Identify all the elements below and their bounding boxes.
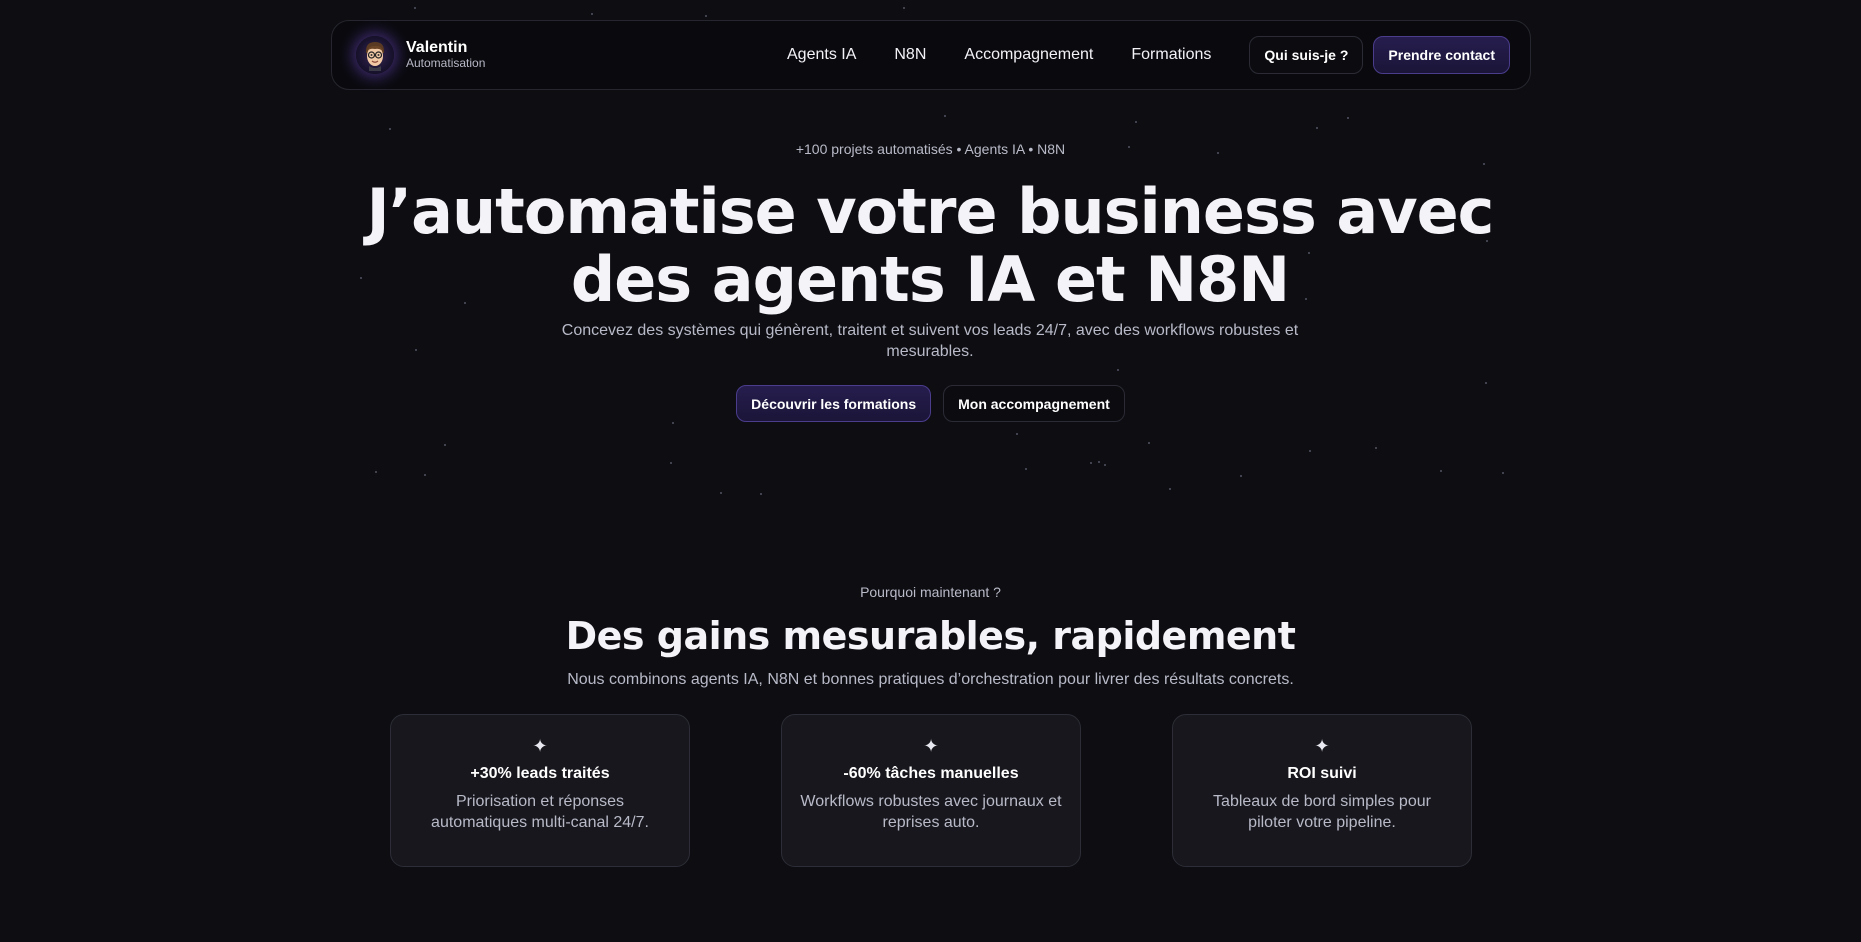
star-dot [1016, 433, 1018, 435]
star-dot [444, 444, 446, 446]
benefit-cards: ✦ +30% leads traités Priorisation et rép… [390, 714, 1472, 867]
star-dot [1104, 464, 1106, 466]
star-dot [1135, 121, 1137, 123]
star-dot [1240, 475, 1242, 477]
star-dot [1117, 369, 1119, 371]
avatar [356, 36, 394, 74]
benefit-card: ✦ ROI suivi Tableaux de bord simples pou… [1172, 714, 1472, 867]
hero-subtitle: Concevez des systèmes qui génèrent, trai… [561, 322, 1299, 360]
star-dot [903, 7, 905, 9]
section-title: Des gains mesurables, rapidement [565, 614, 1296, 658]
discover-formations-button[interactable]: Découvrir les formations [736, 385, 932, 422]
sparkle-icon: ✦ [532, 736, 548, 756]
star-dot [1025, 468, 1027, 470]
sparkle-icon: ✦ [923, 736, 939, 756]
nav-link-agents-ia[interactable]: Agents IA [787, 46, 856, 64]
brand-text: Valentin Automatisation [406, 39, 486, 71]
top-navbar: Valentin Automatisation Agents IA N8N Ac… [331, 20, 1531, 90]
star-dot [1483, 163, 1485, 165]
star-dot [1148, 442, 1150, 444]
star-dot [1169, 488, 1171, 490]
star-dot [414, 7, 416, 9]
star-dot [375, 471, 377, 473]
card-text: Tableaux de bord simples pour piloter vo… [1213, 793, 1431, 831]
section-subtitle: Nous combinons agents IA, N8N et bonnes … [567, 671, 1294, 688]
star-dot [1316, 127, 1318, 129]
hero-title: J’automatise votre business avec des age… [330, 178, 1530, 314]
nav-links: Agents IA N8N Accompagnement Formations [787, 46, 1211, 64]
brand[interactable]: Valentin Automatisation [356, 36, 485, 74]
nav-link-formations[interactable]: Formations [1131, 46, 1211, 64]
star-dot [591, 13, 593, 15]
star-dot [1440, 470, 1442, 472]
star-dot [1375, 447, 1377, 449]
contact-button[interactable]: Prendre contact [1373, 36, 1510, 74]
card-title: ROI suivi [1287, 765, 1357, 782]
benefit-card: ✦ +30% leads traités Priorisation et rép… [390, 714, 690, 867]
card-text: Workflows robustes avec journaux et repr… [800, 793, 1062, 831]
star-dot [705, 15, 707, 17]
star-dot [1309, 450, 1311, 452]
hero-tagline: +100 projets automatisés • Agents IA • N… [795, 141, 1066, 157]
about-button[interactable]: Qui suis-je ? [1249, 36, 1364, 74]
star-dot [672, 422, 674, 424]
brand-name: Valentin [406, 39, 468, 57]
avatar-illustration-icon [366, 42, 384, 71]
star-dot [1347, 117, 1349, 119]
hero-title-line-2: des agents IA et N8N [570, 243, 1290, 316]
section-eyebrow: Pourquoi maintenant ? [860, 584, 1001, 600]
star-dot [1485, 382, 1487, 384]
card-title: -60% tâches manuelles [843, 765, 1019, 782]
star-dot [1502, 472, 1504, 474]
star-dot [760, 493, 762, 495]
star-dot [389, 128, 391, 130]
star-dot [1090, 462, 1092, 464]
star-dot [944, 115, 946, 117]
star-dot [670, 462, 672, 464]
card-title: +30% leads traités [470, 765, 610, 782]
hero-title-line-1: J’automatise votre business avec [366, 175, 1495, 248]
brand-subtitle: Automatisation [406, 56, 486, 71]
benefit-card: ✦ -60% tâches manuelles Workflows robust… [781, 714, 1081, 867]
hero-cta-group: Découvrir les formations Mon accompagnem… [0, 385, 1861, 422]
star-dot [1098, 461, 1100, 463]
card-text: Priorisation et réponses automatiques mu… [431, 793, 649, 831]
accompaniment-button[interactable]: Mon accompagnement [943, 385, 1125, 422]
star-dot [424, 474, 426, 476]
nav-link-accompagnement[interactable]: Accompagnement [964, 46, 1093, 64]
star-dot [720, 492, 722, 494]
sparkle-icon: ✦ [1314, 736, 1330, 756]
nav-link-n8n[interactable]: N8N [894, 46, 926, 64]
star-dot [415, 349, 417, 351]
